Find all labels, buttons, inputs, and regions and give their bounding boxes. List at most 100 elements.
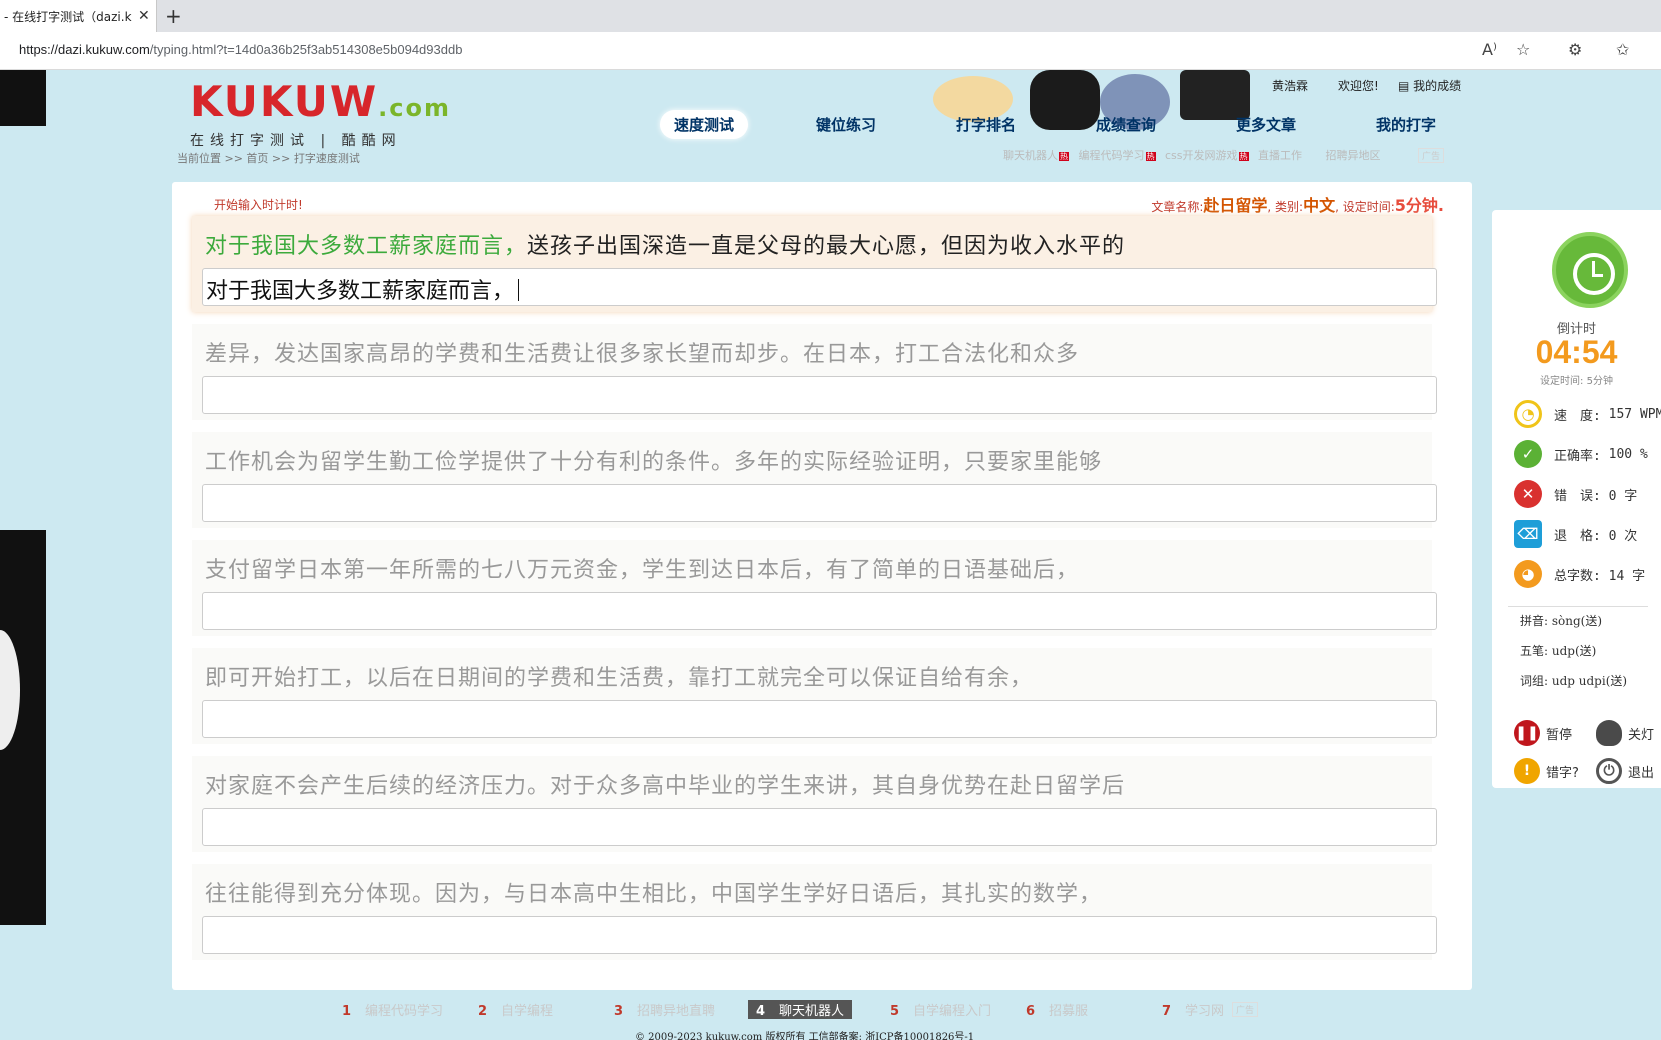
extensions-icon[interactable]: ⚙ [1568, 40, 1582, 59]
footer-link[interactable]: 7 学习网 [1162, 1000, 1224, 1019]
hot-link[interactable]: 编程代码学习 [1079, 149, 1145, 162]
stat-speed: ◔ 速 度: 157 WPM [1514, 400, 1661, 428]
article-name: 赴日留学 [1203, 196, 1268, 215]
typing-panel: 开始输入时计时! 文章名称:赴日留学, 类别:中文, 设定时间:5分钟. 对于我… [172, 182, 1472, 990]
favorites-icon[interactable]: ✩ [1616, 40, 1629, 59]
favorite-add-icon[interactable]: ☆ [1516, 40, 1530, 59]
source-text: 往往能得到充分体现。因为，与日本高中生相比，中国学生学好日语后，其扎实的数学， [205, 882, 1103, 907]
footer-link[interactable]: 1 编程代码学习 [342, 1000, 443, 1019]
stat-errors: ✕ 错 误: 0 字 [1514, 480, 1637, 508]
typing-input[interactable] [202, 808, 1437, 846]
line-block: 即可开始打工，以后在日期间的学费和生活费，靠打工就完全可以保证自给有余， [192, 648, 1437, 744]
line-block: 差异，发达国家高昂的学费和生活费让很多家长望而却步。在日本，打工合法化和众多 [192, 324, 1437, 420]
typing-input[interactable]: 对于我国大多数工薪家庭而言， [202, 268, 1437, 306]
backspace-icon: ⌫ [1514, 520, 1542, 548]
url-host: https://dazi.kukuw.com [19, 42, 150, 57]
source-text: 支付留学日本第一年所需的七八万元资金，学生到达日本后，有了简单的日语基础后， [205, 558, 1080, 583]
typing-input[interactable] [202, 484, 1437, 522]
typing-input[interactable] [202, 592, 1437, 630]
stat-backspace: ⌫ 退 格: 0 次 [1514, 520, 1637, 548]
source-text: 差异，发达国家高昂的学费和生活费让很多家长望而却步。在日本，打工合法化和众多 [205, 342, 1080, 367]
exit-button[interactable]: ⏻ 退出 [1596, 758, 1654, 784]
text-caret [518, 279, 520, 301]
my-scores-link[interactable]: ▤ 我的成绩 [1398, 77, 1461, 94]
wubi-hint: 五笔: udp(送) [1520, 644, 1597, 658]
source-text: 对于我国大多数工薪家庭而言，送孩子出国深造一直是父母的最大心愿，但因为收入水平的 [205, 234, 1126, 259]
copyright: © 2009-2023 kukuw.com 版权所有 工信部备案: 浙ICP备1… [635, 1032, 975, 1040]
tab-title: - 在线打字测试（dazi.k [4, 9, 132, 24]
article-category: 中文 [1303, 196, 1336, 215]
countdown-set-time: 设定时间: 5分钟 [1540, 376, 1613, 387]
nav-key-practice[interactable]: 键位练习 [816, 114, 876, 135]
line-block: 对于我国大多数工薪家庭而言，送孩子出国深造一直是父母的最大心愿，但因为收入水平的… [192, 216, 1437, 312]
breadcrumb: 当前位置 >> 首页 >> 打字速度测试 [177, 152, 360, 165]
hot-link[interactable]: 直播工作 [1258, 149, 1302, 162]
url-path: /typing.html?t=14d0a36b25f3ab514308e5b09… [149, 42, 463, 57]
light-off-button[interactable]: 关灯 [1596, 720, 1654, 746]
line-block: 工作机会为留学生勤工俭学提供了十分有利的条件。多年的实际经验证明，只要家里能够 [192, 432, 1437, 528]
welcome-text: 欢迎您! [1338, 79, 1379, 93]
logo-wordmark: KUKUW.com [190, 77, 451, 126]
source-text: 即可开始打工，以后在日期间的学费和生活费，靠打工就完全可以保证自给有余， [205, 666, 1034, 691]
power-icon: ⏻ [1596, 758, 1622, 784]
stat-accuracy: ✓ 正确率: 100 % [1514, 440, 1648, 468]
line-block: 支付留学日本第一年所需的七八万元资金，学生到达日本后，有了简单的日语基础后， [192, 540, 1437, 636]
hot-link[interactable]: css开发网游戏 [1165, 149, 1238, 162]
article-info: 文章名称:赴日留学, 类别:中文, 设定时间:5分钟. [1151, 196, 1444, 215]
footer-link[interactable]: 2 自学编程 [478, 1000, 553, 1019]
ad-label[interactable]: 广告 [1232, 1002, 1259, 1017]
source-text: 对家庭不会产生后续的经济压力。对于众多高中毕业的学生来讲，其自身优势在赴日留学后 [205, 774, 1126, 799]
typing-input[interactable] [202, 916, 1437, 954]
pinyin-hint: 拼音: sòng(送) [1520, 614, 1603, 628]
decoration-left-figure [0, 530, 46, 925]
footer-links: 1 编程代码学习 2 自学编程 3 招聘异地直聘 4 聊天机器人 5 自学编程入门 6 招募… [172, 1000, 1472, 1022]
hot-link[interactable]: 聊天机器人 [1003, 149, 1058, 162]
nav-score-query[interactable]: 成绩查询 [1096, 114, 1156, 135]
typing-input[interactable] [202, 700, 1437, 738]
line-block: 往往能得到充分体现。因为，与日本高中生相比，中国学生学好日语后，其扎实的数学， [192, 864, 1437, 960]
footer-link[interactable]: 6 招募服 [1026, 1000, 1088, 1019]
hot-links: 聊天机器人热 编程代码学习热 css开发网游戏热 直播工作 招聘异地区 [1003, 149, 1381, 162]
line-block: 对家庭不会产生后续的经济压力。对于众多高中毕业的学生来讲，其自身优势在赴日留学后 [192, 756, 1437, 852]
check-icon: ✓ [1514, 440, 1542, 468]
close-icon[interactable]: ✕ [138, 8, 150, 24]
url-text[interactable]: https://dazi.kukuw.com/typing.html?t=14d… [19, 42, 462, 57]
speed-icon: ◔ [1514, 400, 1542, 428]
stats-panel: 倒计时 04:54 设定时间: 5分钟 ◔ 速 度: 157 WPM ✓ 正确率… [1492, 210, 1661, 788]
footer-link-selected[interactable]: 4 聊天机器人 [748, 1000, 853, 1019]
pause-button[interactable]: ❚❚ 暂停 [1514, 720, 1572, 746]
footer-link[interactable]: 3 招聘异地直聘 [614, 1000, 715, 1019]
nav-my-typing[interactable]: 我的打字 [1376, 114, 1436, 135]
error-icon: ✕ [1514, 480, 1542, 508]
browser-tab[interactable]: - 在线打字测试（dazi.k ✕ [0, 0, 157, 32]
address-bar[interactable]: https://dazi.kukuw.com/typing.html?t=14d… [0, 32, 1661, 70]
ad-label[interactable]: 广告 [1418, 148, 1445, 163]
logo-subtitle: 在线打字测试 | 酷酷网 [190, 133, 402, 149]
hot-link[interactable]: 招聘异地区 [1326, 149, 1381, 162]
page: KUKUW.com 在线打字测试 | 酷酷网 速度测试 键位练习 打字排名 成绩… [0, 70, 1661, 1040]
nav-more-articles[interactable]: 更多文章 [1236, 114, 1296, 135]
username[interactable]: 黄浩霖 [1272, 77, 1308, 94]
nav-ranking[interactable]: 打字排名 [956, 114, 1016, 135]
divider [1508, 606, 1648, 607]
stat-total: ◕ 总字数: 14 字 [1514, 560, 1645, 588]
clock-icon [1552, 232, 1628, 308]
bulb-icon [1596, 720, 1622, 746]
countdown-timer: 04:54 [1535, 334, 1618, 370]
set-time: 5分钟. [1394, 196, 1444, 215]
warning-icon: ! [1514, 758, 1540, 784]
nav-speed-test[interactable]: 速度测试 [660, 110, 749, 139]
source-text: 工作机会为留学生勤工俭学提供了十分有利的条件。多年的实际经验证明，只要家里能够 [205, 450, 1103, 475]
cizu-hint: 词组: udp udpi(送) [1520, 674, 1628, 688]
typing-input[interactable] [202, 376, 1437, 414]
report-typo-button[interactable]: ! 错字? [1514, 758, 1579, 784]
pause-icon: ❚❚ [1514, 720, 1540, 746]
decoration-left-top [0, 70, 46, 126]
start-hint: 开始输入时计时! [214, 198, 303, 212]
tab-bar: - 在线打字测试（dazi.k ✕ + [0, 0, 1661, 32]
read-aloud-icon[interactable]: A⁾ [1482, 40, 1497, 59]
footer-link[interactable]: 5 自学编程入门 [890, 1000, 991, 1019]
site-logo[interactable]: KUKUW.com 在线打字测试 | 酷酷网 [190, 77, 451, 150]
new-tab-icon[interactable]: + [165, 4, 182, 28]
pie-icon: ◕ [1514, 560, 1542, 588]
